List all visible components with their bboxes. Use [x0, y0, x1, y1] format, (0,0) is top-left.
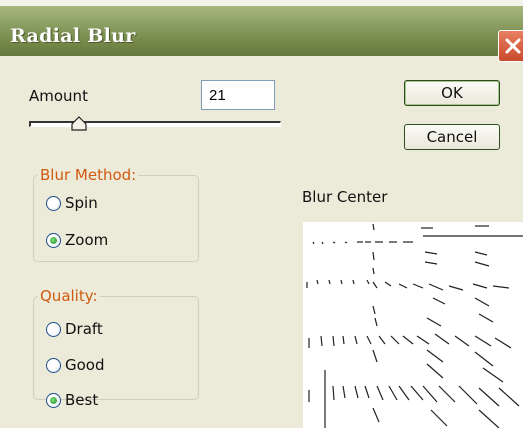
radio-good[interactable]: Good — [46, 356, 105, 374]
radial-blur-dialog: Radial Blur Amount OK Cancel Blur Method… — [0, 0, 523, 428]
blur-streaks-graphic — [306, 223, 523, 428]
close-icon — [505, 38, 521, 54]
ok-button[interactable]: OK — [404, 80, 500, 106]
quality-legend: Quality: — [40, 287, 98, 305]
slider-thumb-icon[interactable] — [71, 116, 87, 132]
radio-draft[interactable]: Draft — [46, 320, 103, 338]
radio-zoom[interactable]: Zoom — [46, 231, 108, 249]
window-title: Radial Blur — [10, 25, 136, 47]
radio-zoom-label: Zoom — [65, 231, 109, 249]
radio-draft-label: Draft — [65, 320, 103, 338]
radio-zoom-circle[interactable] — [46, 232, 61, 248]
close-button[interactable] — [498, 30, 523, 62]
radio-draft-circle[interactable] — [46, 321, 61, 337]
amount-input[interactable] — [201, 80, 275, 110]
radio-best-label: Best — [65, 391, 99, 409]
blur-method-legend: Blur Method: — [40, 166, 137, 184]
blur-center-label: Blur Center — [302, 188, 388, 206]
cancel-button[interactable]: Cancel — [404, 124, 500, 150]
quality-group: Quality: — [33, 287, 199, 400]
radio-good-label: Good — [65, 356, 105, 374]
title-bar[interactable]: Radial Blur — [0, 6, 523, 62]
radio-best[interactable]: Best — [46, 391, 98, 409]
blur-center-preview[interactable] — [303, 222, 523, 428]
radio-good-circle[interactable] — [46, 357, 61, 373]
radio-spin-label: Spin — [65, 194, 98, 212]
amount-slider-track[interactable] — [29, 121, 281, 127]
amount-label: Amount — [29, 87, 88, 105]
radio-spin[interactable]: Spin — [46, 194, 98, 212]
radio-best-circle[interactable] — [46, 392, 61, 408]
radio-spin-circle[interactable] — [46, 195, 61, 211]
